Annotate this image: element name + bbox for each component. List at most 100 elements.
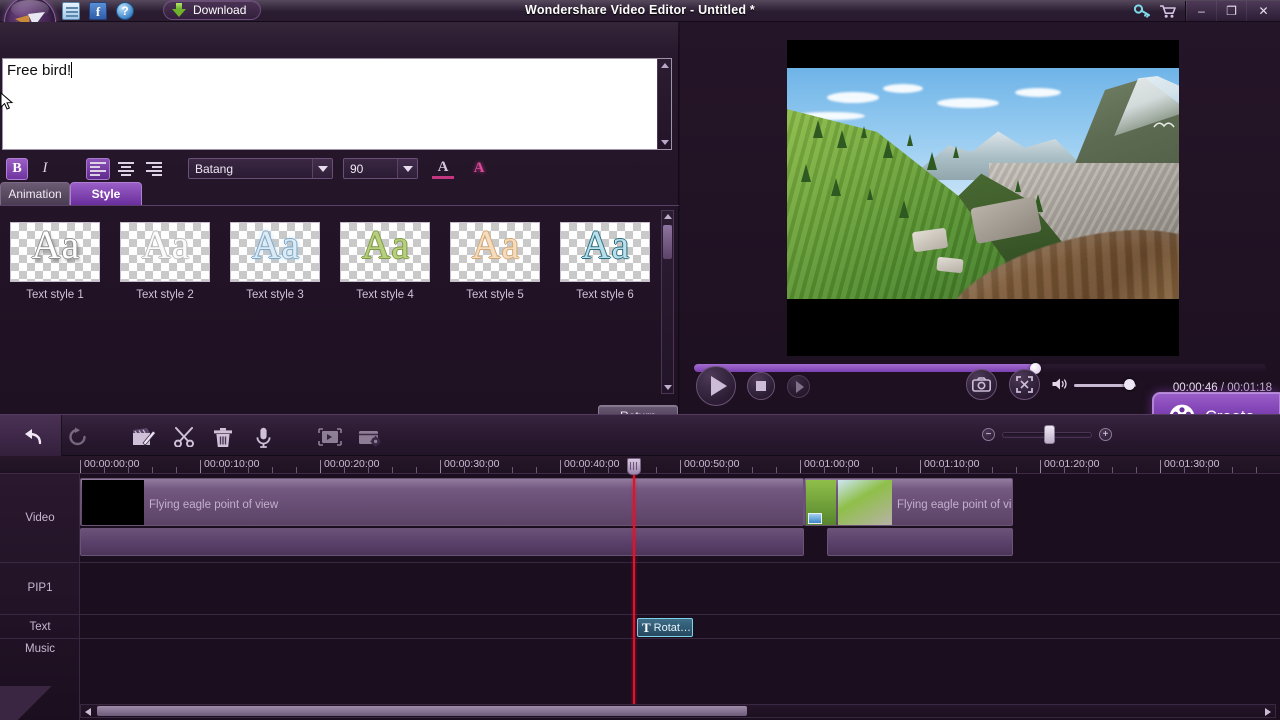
- editor-tabs: Animation Style: [0, 182, 679, 206]
- ruler-label: 00:01:10:00: [924, 458, 980, 470]
- clip-highlight: [81, 479, 803, 489]
- zoom-handle[interactable]: [1044, 425, 1055, 444]
- text-input[interactable]: Free bird!: [3, 59, 659, 149]
- playhead-handle[interactable]: [627, 458, 641, 475]
- settings-button[interactable]: [357, 424, 383, 450]
- italic-button[interactable]: I: [34, 158, 56, 180]
- scroll-right-icon[interactable]: [1265, 708, 1271, 716]
- clip-audio-band[interactable]: [80, 528, 804, 556]
- chevron-down-icon[interactable]: [312, 159, 332, 178]
- chevron-down-icon[interactable]: [397, 159, 417, 178]
- news-icon[interactable]: [62, 2, 80, 20]
- fullscreen-button[interactable]: [1009, 369, 1040, 400]
- style-cell-3[interactable]: Aa Text style 3: [220, 222, 330, 301]
- play-button[interactable]: [696, 366, 736, 406]
- text-edit-panel: Free bird! B I Batang 90 A A Animation S…: [0, 22, 679, 427]
- align-left-icon: [90, 162, 106, 176]
- playhead[interactable]: [627, 458, 641, 712]
- help-icon[interactable]: ?: [116, 2, 134, 20]
- align-left-button[interactable]: [86, 157, 110, 180]
- font-size-value: 90: [350, 161, 364, 176]
- ruler-label: 00:00:20:00: [324, 458, 380, 470]
- timeline-zoom-slider[interactable]: − +: [982, 425, 1112, 444]
- scroll-left-icon[interactable]: [85, 708, 91, 716]
- preview-stage[interactable]: [787, 40, 1179, 356]
- tree: [907, 134, 913, 146]
- style-label: Text style 4: [356, 289, 414, 301]
- ruler-label: 00:00:00:00: [84, 458, 140, 470]
- title-bar-icon-group: f ?: [62, 1, 134, 21]
- style-cell-5[interactable]: Aa Text style 5: [440, 222, 550, 301]
- font-family-select[interactable]: Batang: [188, 158, 333, 179]
- key-icon[interactable]: [1129, 0, 1155, 22]
- style-cell-2[interactable]: Aa Text style 2: [110, 222, 220, 301]
- title-bar: Wondershare Video Editor - Untitled * f …: [0, 0, 1280, 48]
- font-family-value: Batang: [195, 161, 234, 176]
- text-effect-button[interactable]: A: [468, 158, 490, 180]
- next-frame-button[interactable]: [787, 375, 810, 398]
- ruler-label: 00:00:50:00: [684, 458, 740, 470]
- zoom-out-button[interactable]: −: [982, 428, 995, 441]
- text-input-wrapper: Free bird!: [2, 58, 672, 150]
- clip-audio-band[interactable]: [827, 528, 1013, 556]
- bold-button[interactable]: B: [6, 157, 28, 180]
- style-cell-4[interactable]: Aa Text style 4: [330, 222, 440, 301]
- zoom-in-button[interactable]: +: [1099, 428, 1112, 441]
- font-size-select[interactable]: 90: [343, 158, 418, 179]
- split-button[interactable]: [171, 424, 197, 450]
- volume-icon[interactable]: [1052, 377, 1068, 391]
- align-right-button[interactable]: [142, 158, 166, 180]
- style-preview-text: Aa: [361, 222, 411, 267]
- tree: [927, 152, 937, 170]
- tab-style[interactable]: Style: [70, 182, 142, 206]
- style-label: Text style 1: [26, 289, 84, 301]
- voiceover-button[interactable]: [250, 424, 276, 450]
- text-style-grid: Aa Text style 1 Aa Text style 2 Aa Text …: [0, 208, 679, 398]
- style-cell-1[interactable]: Aa Text style 1: [0, 222, 110, 301]
- stop-button[interactable]: [747, 372, 775, 400]
- fullscreen-icon: [1016, 376, 1033, 393]
- format-toolbar: B I Batang 90 A A: [0, 155, 679, 182]
- facebook-icon[interactable]: f: [89, 2, 107, 20]
- close-button[interactable]: ✕: [1246, 1, 1280, 21]
- edit-clip-button[interactable]: [131, 424, 157, 450]
- scroll-up-icon[interactable]: [661, 63, 669, 68]
- delete-button[interactable]: [210, 424, 236, 450]
- ruler-label: 00:01:30:00: [1164, 458, 1220, 470]
- scroll-down-icon[interactable]: [664, 385, 672, 390]
- scroll-down-icon[interactable]: [661, 140, 669, 145]
- undo-button[interactable]: [20, 424, 46, 450]
- snapshot-button[interactable]: [966, 369, 997, 400]
- scrollbar-thumb[interactable]: [663, 225, 672, 259]
- download-button[interactable]: Download: [163, 0, 262, 20]
- timeline-corner-wedge: [0, 686, 74, 720]
- minimize-button[interactable]: –: [1186, 1, 1216, 21]
- tab-animation[interactable]: Animation: [0, 182, 70, 206]
- clip-thumbnail: [82, 480, 144, 525]
- font-color-button[interactable]: A: [432, 159, 454, 179]
- undo-icon: [25, 429, 42, 445]
- redo-button[interactable]: [64, 424, 90, 450]
- style-grid-scrollbar[interactable]: [661, 210, 674, 394]
- timeline-horizontal-scrollbar[interactable]: [80, 704, 1276, 718]
- cart-icon[interactable]: [1155, 0, 1181, 22]
- align-center-button[interactable]: [114, 158, 138, 180]
- freeze-frame-button[interactable]: [317, 424, 343, 450]
- table-row[interactable]: Flying eagle point of view: [80, 478, 804, 526]
- cloud: [1015, 88, 1061, 97]
- style-label: Text style 6: [576, 289, 634, 301]
- video-editor-window: Wondershare Video Editor - Untitled * f …: [0, 0, 1280, 720]
- text-clip[interactable]: T Rotat…: [637, 618, 693, 637]
- text-input-scrollbar[interactable]: [657, 59, 671, 149]
- style-label: Text style 2: [136, 289, 194, 301]
- clip-highlight: [805, 479, 1012, 489]
- volume-slider-handle[interactable]: [1124, 379, 1135, 390]
- scroll-up-icon[interactable]: [664, 214, 672, 219]
- scrollbar-thumb[interactable]: [97, 706, 747, 716]
- rock: [936, 256, 964, 274]
- tree: [953, 146, 959, 158]
- table-row[interactable]: Flying eagle point of vi…: [804, 478, 1013, 526]
- style-cell-6[interactable]: Aa Text style 6: [550, 222, 660, 301]
- maximize-button[interactable]: ❐: [1216, 1, 1246, 21]
- ruler-label: 00:00:30:00: [444, 458, 500, 470]
